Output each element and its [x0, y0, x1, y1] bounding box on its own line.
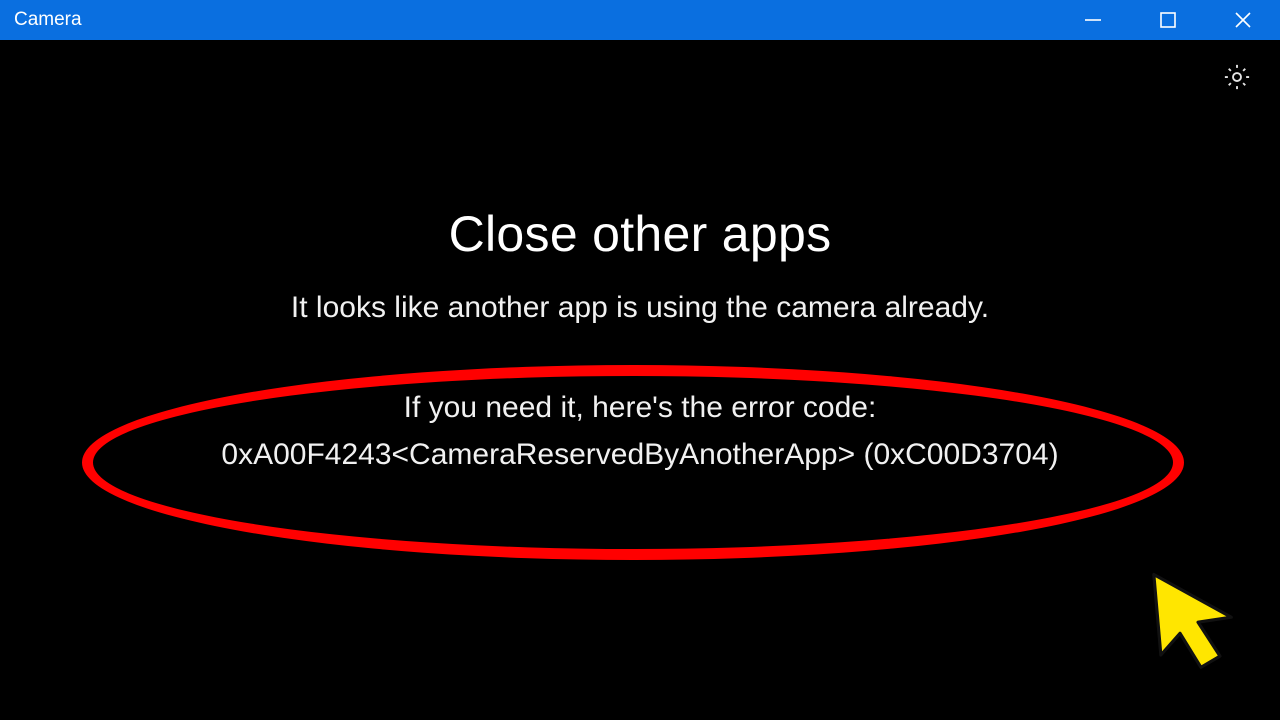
- maximize-icon: [1158, 10, 1178, 30]
- error-panel: Close other apps It looks like another a…: [160, 205, 1120, 478]
- minimize-icon: [1082, 9, 1104, 31]
- error-message: It looks like another app is using the c…: [160, 291, 1120, 325]
- maximize-button[interactable]: [1130, 0, 1205, 40]
- minimize-button[interactable]: [1055, 0, 1130, 40]
- settings-button[interactable]: [1222, 62, 1252, 92]
- camera-app-window: Camera: [0, 0, 1280, 720]
- gear-icon: [1222, 62, 1252, 92]
- window-title: Camera: [0, 9, 82, 31]
- error-heading: Close other apps: [160, 205, 1120, 263]
- error-code-intro: If you need it, here's the error code:: [160, 385, 1120, 432]
- titlebar: Camera: [0, 0, 1280, 40]
- annotation-arrow-icon: [1145, 556, 1261, 695]
- close-button[interactable]: [1205, 0, 1280, 40]
- window-controls: [1055, 0, 1280, 40]
- close-icon: [1232, 9, 1254, 31]
- error-code-value: 0xA00F4243<CameraReservedByAnotherApp> (…: [160, 432, 1120, 479]
- error-code-block: If you need it, here's the error code: 0…: [160, 385, 1120, 478]
